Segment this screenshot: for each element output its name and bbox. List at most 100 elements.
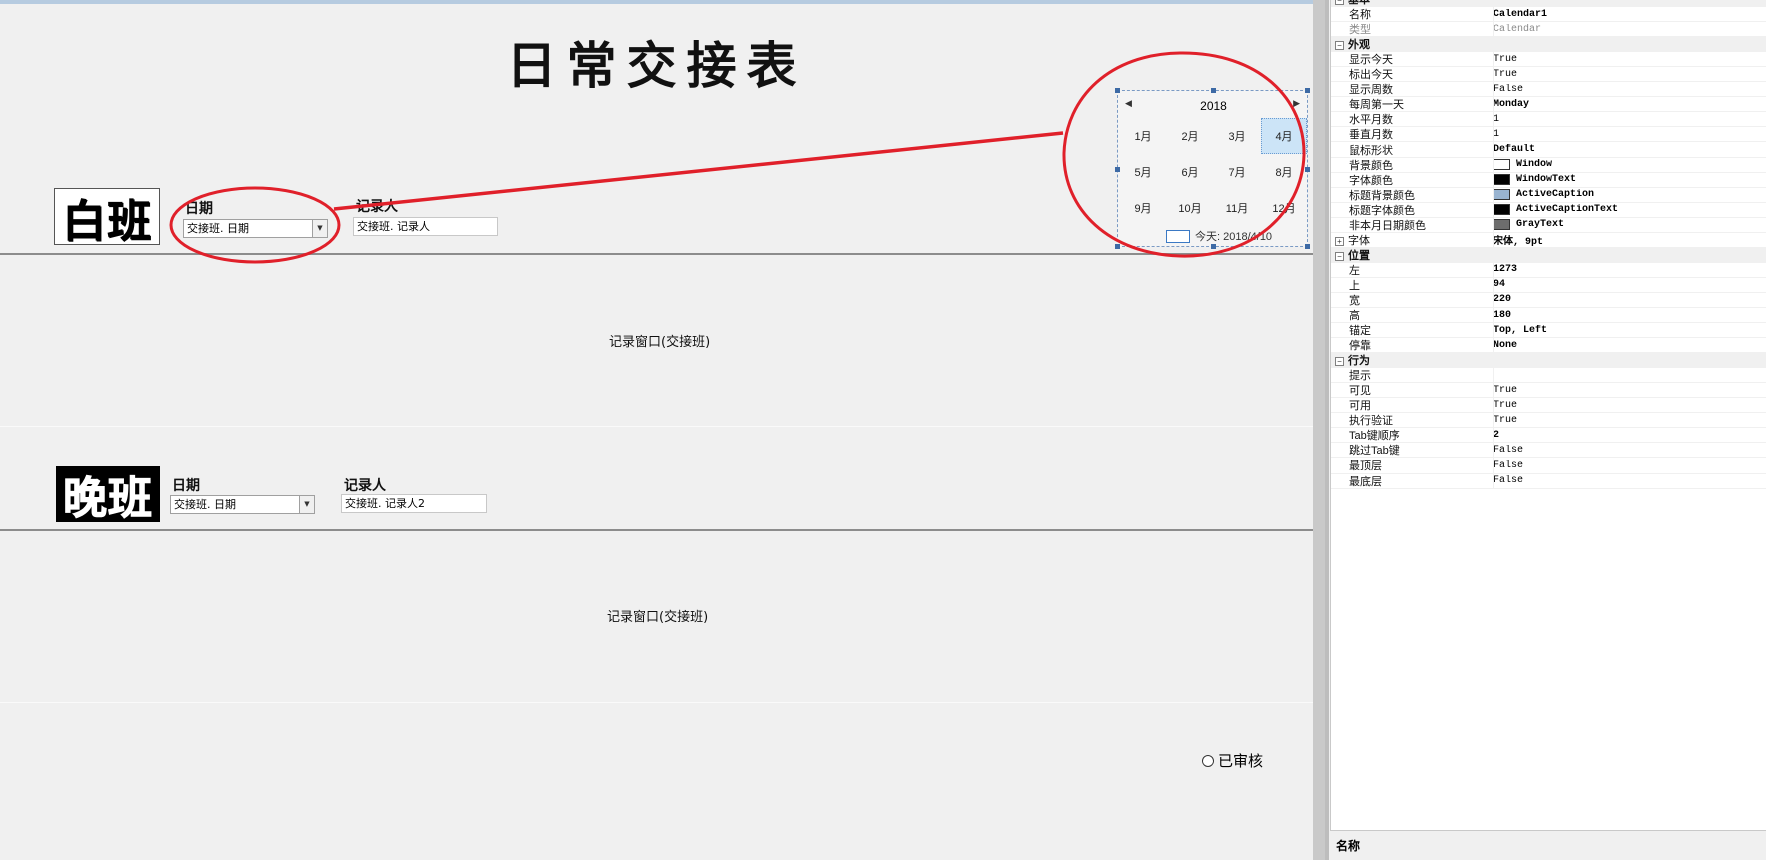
property-value[interactable]: Calendar1 (1493, 9, 1766, 20)
property-value[interactable]: None (1493, 340, 1766, 351)
audit-radio[interactable]: 已审核 (1202, 750, 1263, 771)
resize-handle[interactable] (1305, 244, 1310, 249)
property-value[interactable]: False (1493, 84, 1766, 95)
month-cell[interactable]: 2月 (1167, 118, 1213, 154)
calendar-year[interactable]: 2018 (1118, 99, 1309, 113)
resize-handle[interactable] (1115, 88, 1120, 93)
property-row[interactable]: 执行验证 True (1331, 413, 1766, 429)
property-value[interactable]: 2 (1493, 430, 1766, 441)
property-value[interactable]: True (1493, 69, 1766, 80)
property-value[interactable]: 180 (1493, 310, 1766, 321)
night-recorder-field[interactable]: 交接班. 记录人2 (341, 494, 487, 513)
property-category[interactable]: − 外观 (1331, 37, 1766, 53)
property-row[interactable]: Tab键顺序 2 (1331, 428, 1766, 444)
day-record-window[interactable]: 记录窗口(交接班) (609, 331, 710, 350)
vertical-scrollbar[interactable] (1313, 0, 1329, 860)
property-row[interactable]: 显示周数 False (1331, 82, 1766, 98)
month-cell[interactable]: 1月 (1120, 118, 1166, 154)
property-category[interactable]: − 行为 (1331, 353, 1766, 369)
night-record-window[interactable]: 记录窗口(交接班) (607, 606, 708, 625)
calendar-control[interactable]: ◀ 2018 ▶ 1月 2月 3月 4月 5月 6月 7月 8月 9月 10月 11月 12月 今天:… (1115, 88, 1310, 249)
property-value[interactable]: 宋体, 9pt (1493, 232, 1766, 248)
day-recorder-label[interactable]: 记录人 (356, 196, 398, 216)
month-cell[interactable]: 7月 (1214, 154, 1260, 190)
property-value[interactable]: 220 (1493, 294, 1766, 305)
dropdown-arrow-icon[interactable]: ▼ (312, 220, 327, 237)
property-row[interactable]: 字体颜色 WindowText (1331, 172, 1766, 188)
resize-handle[interactable] (1115, 244, 1120, 249)
property-value[interactable]: True (1493, 385, 1766, 396)
resize-handle[interactable] (1211, 244, 1216, 249)
form-designer-canvas[interactable]: 日常交接表 白班 日期 交接班. 日期 ▼ 记录人 交接班. 记录人 记录窗口(… (0, 4, 1313, 860)
property-value[interactable]: False (1493, 445, 1766, 456)
property-value[interactable]: Default (1493, 144, 1766, 155)
property-row[interactable]: 上 94 (1331, 277, 1766, 293)
property-value[interactable]: WindowText (1493, 174, 1766, 186)
month-cell[interactable]: 9月 (1120, 190, 1166, 226)
month-cell[interactable]: 6月 (1167, 154, 1213, 190)
property-row[interactable]: 垂直月数 1 (1331, 127, 1766, 143)
collapse-toggle-icon[interactable]: − (1335, 0, 1344, 6)
property-value[interactable]: True (1493, 400, 1766, 411)
property-row[interactable]: 最顶层 False (1331, 458, 1766, 474)
property-value[interactable]: Window (1493, 159, 1766, 171)
dropdown-arrow-icon[interactable]: ▼ (299, 496, 314, 513)
property-row[interactable]: 可见 True (1331, 383, 1766, 399)
property-value[interactable]: 1273 (1493, 264, 1766, 275)
property-row[interactable]: 可用 True (1331, 398, 1766, 414)
property-row[interactable]: 标出今天 True (1331, 67, 1766, 83)
month-cell[interactable]: 5月 (1120, 154, 1166, 190)
property-row[interactable]: 跳过Tab键 False (1331, 443, 1766, 459)
night-date-combobox[interactable]: 交接班. 日期 ▼ (170, 495, 315, 514)
property-row[interactable]: 停靠 None (1331, 338, 1766, 354)
collapse-toggle-icon[interactable]: − (1335, 41, 1344, 51)
property-value[interactable]: False (1493, 460, 1766, 471)
property-row[interactable]: 宽 220 (1331, 292, 1766, 308)
month-cell[interactable]: 10月 (1167, 190, 1213, 226)
day-shift-logo[interactable]: 白班 (54, 188, 160, 247)
property-value[interactable]: ActiveCaption (1493, 189, 1766, 201)
splitter[interactable] (1325, 0, 1329, 860)
property-grid[interactable]: − 基本 名称 Calendar1 类型 Calendar − 外观 显示今天 True 标出今天 T… (1330, 0, 1766, 860)
property-row[interactable]: 左 1273 (1331, 262, 1766, 278)
property-row[interactable]: 提示 (1331, 368, 1766, 384)
property-value[interactable]: Calendar (1493, 24, 1766, 35)
property-category[interactable]: − 位置 (1331, 247, 1766, 263)
month-cell[interactable]: 3月 (1214, 118, 1260, 154)
property-row[interactable]: 背景颜色 Window (1331, 157, 1766, 173)
calendar-today[interactable]: 今天: 2018/4/10 (1166, 228, 1272, 244)
night-date-label[interactable]: 日期 (172, 475, 200, 495)
property-value[interactable]: False (1493, 475, 1766, 486)
night-recorder-label[interactable]: 记录人 (344, 475, 386, 495)
property-value[interactable]: GrayText (1493, 219, 1766, 231)
property-row[interactable]: 标题背景颜色 ActiveCaption (1331, 187, 1766, 203)
property-value[interactable]: True (1493, 415, 1766, 426)
month-cell[interactable]: 11月 (1214, 190, 1260, 226)
next-year-arrow-icon[interactable]: ▶ (1293, 98, 1300, 109)
radio-circle-icon[interactable] (1202, 754, 1214, 767)
month-cell[interactable]: 4月 (1261, 118, 1307, 154)
month-cell[interactable]: 8月 (1261, 154, 1307, 190)
property-value[interactable]: 1 (1493, 114, 1766, 125)
property-row[interactable]: 高 180 (1331, 307, 1766, 324)
property-row[interactable]: 每周第一天 Monday (1331, 97, 1766, 113)
collapse-toggle-icon[interactable]: − (1335, 357, 1344, 367)
month-cell[interactable]: 12月 (1261, 190, 1307, 226)
property-value[interactable]: Top, Left (1493, 325, 1766, 336)
expand-toggle-icon[interactable]: + (1335, 236, 1344, 246)
night-shift-logo[interactable]: 晚班 (56, 466, 160, 525)
property-row[interactable]: 最底层 False (1331, 473, 1766, 489)
resize-handle[interactable] (1211, 88, 1216, 93)
property-row[interactable]: 锚定 Top, Left (1331, 323, 1766, 339)
property-value[interactable]: Monday (1493, 99, 1766, 110)
property-value[interactable]: True (1493, 54, 1766, 65)
collapse-toggle-icon[interactable]: − (1335, 251, 1344, 261)
day-date-combobox[interactable]: 交接班. 日期 ▼ (183, 219, 328, 238)
property-row[interactable]: 鼠标形状 Default (1331, 142, 1766, 158)
day-date-label[interactable]: 日期 (185, 198, 213, 218)
property-row[interactable]: 名称 Calendar1 (1331, 7, 1766, 23)
property-row[interactable]: 显示今天 True (1331, 52, 1766, 68)
day-recorder-field[interactable]: 交接班. 记录人 (353, 217, 498, 236)
property-row[interactable]: 类型 Calendar (1331, 22, 1766, 38)
property-row[interactable]: 水平月数 1 (1331, 112, 1766, 128)
